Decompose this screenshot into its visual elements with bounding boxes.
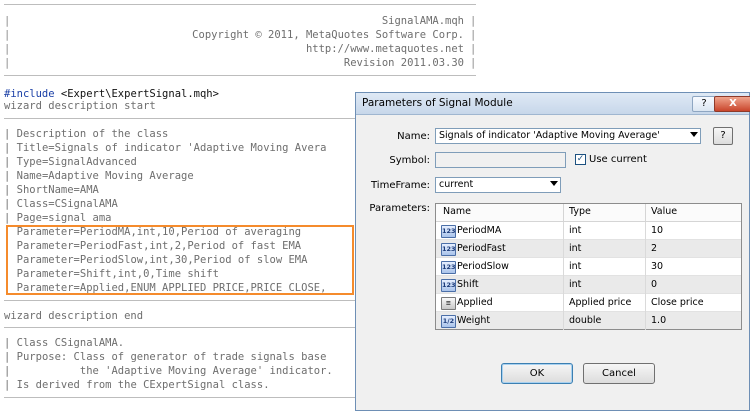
param-type: int xyxy=(569,243,582,254)
help-button[interactable]: ? xyxy=(692,96,716,112)
param-name: PeriodSlow xyxy=(457,261,509,272)
param-value[interactable]: 1.0 xyxy=(651,315,666,326)
param-name: Shift xyxy=(457,279,479,290)
grid-header: Name Type Value xyxy=(436,204,741,222)
chevron-down-icon xyxy=(690,132,698,137)
table-row[interactable]: 123 PeriodMA int 10 xyxy=(436,222,741,240)
cell-divider xyxy=(645,294,646,312)
timeframe-select[interactable]: current xyxy=(435,177,561,193)
column-header-value[interactable]: Value xyxy=(651,206,677,217)
parameters-label: Parameters: xyxy=(369,203,430,214)
name-select-value: Signals of indicator 'Adaptive Moving Av… xyxy=(439,130,660,141)
param-value[interactable]: 30 xyxy=(651,261,663,272)
integer-param-icon: 123 xyxy=(441,261,456,274)
param-type: int xyxy=(569,279,582,290)
cell-divider xyxy=(563,258,564,276)
symbol-label: Symbol: xyxy=(389,155,430,166)
parameters-dialog: Parameters of Signal Module ? X Name: Si… xyxy=(355,92,750,411)
param-name: PeriodMA xyxy=(457,225,502,236)
param-value[interactable]: 2 xyxy=(651,243,657,254)
cell-divider xyxy=(645,240,646,258)
column-header-name[interactable]: Name xyxy=(443,206,471,217)
chevron-down-icon xyxy=(550,181,558,186)
cell-divider xyxy=(563,294,564,312)
column-divider[interactable] xyxy=(645,204,646,221)
cell-divider xyxy=(645,222,646,240)
param-type: int xyxy=(569,261,582,272)
info-button[interactable]: ? xyxy=(713,127,733,145)
table-row[interactable]: 1/2 Weight double 1.0 xyxy=(436,312,741,330)
param-value[interactable]: Close price xyxy=(651,297,704,308)
param-type: Applied price xyxy=(569,297,632,308)
parameters-grid: Name Type Value 123 PeriodMA int 10 123 … xyxy=(435,203,742,330)
cell-divider xyxy=(563,276,564,294)
ok-button[interactable]: OK xyxy=(501,363,573,384)
double-param-icon: 1/2 xyxy=(441,315,456,328)
cell-divider xyxy=(645,276,646,294)
dialog-title: Parameters of Signal Module xyxy=(362,97,513,109)
dialog-titlebar[interactable]: Parameters of Signal Module ? X xyxy=(356,93,750,115)
integer-param-icon: 123 xyxy=(441,225,456,238)
cancel-button[interactable]: Cancel xyxy=(583,363,655,384)
close-button[interactable]: X xyxy=(714,96,750,112)
param-name: Applied xyxy=(457,297,493,308)
column-header-type[interactable]: Type xyxy=(569,206,591,217)
cell-divider xyxy=(563,222,564,240)
timeframe-select-value: current xyxy=(439,179,474,190)
param-value[interactable]: 10 xyxy=(651,225,663,236)
param-value[interactable]: 0 xyxy=(651,279,657,290)
integer-param-icon: 123 xyxy=(441,279,456,292)
cell-divider xyxy=(563,312,564,330)
param-name: PeriodFast xyxy=(457,243,506,254)
name-select[interactable]: Signals of indicator 'Adaptive Moving Av… xyxy=(435,128,701,144)
name-label: Name: xyxy=(397,131,430,142)
table-row[interactable]: 123 PeriodFast int 2 xyxy=(436,240,741,258)
table-row[interactable]: 123 PeriodSlow int 30 xyxy=(436,258,741,276)
use-current-label: Use current xyxy=(589,154,647,165)
table-row[interactable]: 123 Shift int 0 xyxy=(436,276,741,294)
timeframe-label: TimeFrame: xyxy=(371,180,430,191)
param-type: double xyxy=(569,315,602,326)
symbol-input[interactable] xyxy=(435,152,566,168)
use-current-checkbox[interactable]: ✓ xyxy=(575,154,586,165)
column-divider[interactable] xyxy=(563,204,564,221)
param-name: Weight xyxy=(457,315,491,326)
table-row[interactable]: ≡ Applied Applied price Close price xyxy=(436,294,741,312)
param-type: int xyxy=(569,225,582,236)
integer-param-icon: 123 xyxy=(441,243,456,256)
enum-param-icon: ≡ xyxy=(441,297,456,310)
cell-divider xyxy=(645,258,646,276)
cell-divider xyxy=(645,312,646,330)
cell-divider xyxy=(563,240,564,258)
